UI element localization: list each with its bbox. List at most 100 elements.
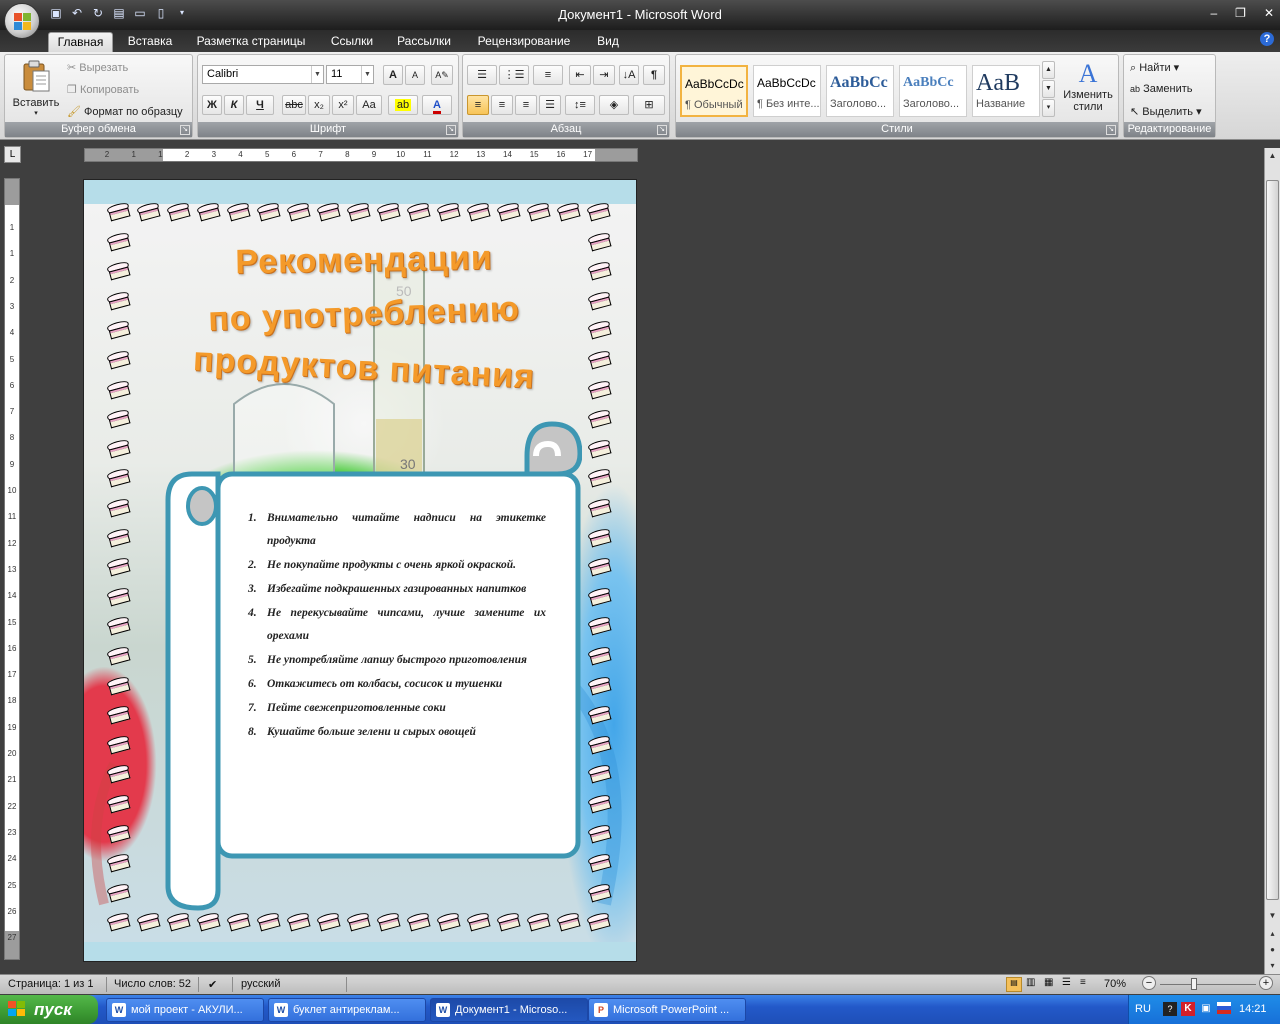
antivirus-icon[interactable]: K [1181, 1002, 1195, 1016]
justify-button[interactable]: ☰ [539, 95, 561, 115]
bullets-button[interactable]: ☰ [467, 65, 497, 85]
tab-page-layout[interactable]: Разметка страницы [190, 32, 312, 52]
scroll-down-arrow-icon[interactable]: ▼ [1265, 908, 1280, 923]
clock[interactable]: 14:21 [1239, 995, 1267, 1024]
outline-view-icon[interactable]: ☰ [1062, 977, 1071, 988]
zoom-in-icon[interactable]: + [1259, 976, 1273, 990]
document-page[interactable]: 50 30 Рекомендации по употреблению проду… [83, 179, 637, 962]
borders-button[interactable]: ⊞ [633, 95, 665, 115]
font-name-combo[interactable]: Calibri ▼ [202, 65, 324, 84]
restore-button[interactable]: ❐ [1235, 6, 1246, 20]
dialog-launcher-icon[interactable]: ↘ [657, 125, 667, 135]
copy-button[interactable]: ❐ Копировать [67, 83, 139, 96]
zoom-slider-thumb[interactable] [1190, 978, 1197, 990]
justify-icon: ☰ [545, 99, 555, 111]
styles-scroll-down[interactable]: ▼ [1042, 80, 1055, 98]
font-size-combo[interactable]: 11 ▼ [326, 65, 374, 84]
dialog-launcher-icon[interactable]: ↘ [446, 125, 456, 135]
scroll-thumb[interactable] [1266, 180, 1279, 900]
close-button[interactable]: ✕ [1264, 6, 1274, 20]
word-count[interactable]: Число слов: 52 [114, 978, 191, 990]
clear-format-button[interactable]: A✎ [431, 65, 453, 85]
superscript-button[interactable]: x² [332, 95, 354, 115]
taskbar-item[interactable]: Wмой проект - АКУЛИ... [106, 998, 264, 1022]
dialog-launcher-icon[interactable]: ↘ [180, 125, 190, 135]
input-language[interactable]: RU [1135, 995, 1151, 1024]
highlight-button[interactable]: ab [388, 95, 418, 115]
select-button[interactable]: ↖ Выделить ▾ [1130, 105, 1202, 118]
underline-button[interactable]: Ч [246, 95, 274, 115]
change-case-button[interactable]: Aa [356, 95, 382, 115]
change-styles-button[interactable]: A Изменить стили [1060, 59, 1116, 113]
styles-more[interactable]: ▾ [1042, 99, 1055, 117]
bold-button[interactable]: Ж [202, 95, 222, 115]
tab-selector-button[interactable]: L [4, 146, 21, 163]
style-title[interactable]: AaB Название [972, 65, 1040, 117]
full-screen-reading-icon[interactable]: ▥ [1026, 977, 1035, 988]
tab-home[interactable]: Главная [48, 32, 113, 52]
editing-group: ⌕ Найти ▾ ab Заменить ↖ Выделить ▾ Редак… [1123, 54, 1216, 138]
align-center-button[interactable]: ≡ [491, 95, 513, 115]
multilevel-list-button[interactable]: ≡ [533, 65, 563, 85]
proofing-icon[interactable]: ✔ [208, 978, 217, 991]
taskbar-item-active[interactable]: W Документ1 - Microso... [430, 998, 588, 1022]
tab-mailings[interactable]: Рассылки [390, 32, 458, 52]
shrink-font-button[interactable]: A [405, 65, 425, 85]
replace-button[interactable]: ab Заменить [1130, 83, 1193, 95]
grow-font-button[interactable]: A [383, 65, 403, 85]
style-heading1[interactable]: AaBbCc Заголово... [826, 65, 894, 117]
tab-review[interactable]: Рецензирование [468, 32, 580, 52]
tab-references[interactable]: Ссылки [322, 32, 382, 52]
ruler-tick: 1 [158, 150, 163, 159]
page-count[interactable]: Страница: 1 из 1 [8, 978, 94, 990]
paste-button[interactable]: Вставить ▾ [9, 59, 63, 117]
zoom-level[interactable]: 70% [1104, 978, 1126, 990]
scroll-up-arrow-icon[interactable]: ▲ [1265, 148, 1280, 163]
font-color-button[interactable]: A [422, 95, 452, 115]
format-painter-button[interactable]: 🖌 Формат по образцу [67, 105, 183, 118]
browse-object-icon[interactable]: ● [1265, 942, 1280, 957]
vertical-ruler[interactable]: 1 1 2 3 4 5 6 7 8 9 10 11 12 13 14 15 16 17 18 19 20 21 22 23 24… [4, 178, 20, 960]
zoom-slider-track[interactable] [1160, 984, 1256, 985]
cut-button[interactable]: ✂ Вырезать [67, 61, 128, 74]
tab-insert[interactable]: Вставка [120, 32, 180, 52]
web-layout-icon[interactable]: ▦ [1044, 977, 1053, 988]
style-heading2[interactable]: AaBbCc Заголово... [899, 65, 967, 117]
sort-button[interactable]: ↓A [619, 65, 639, 85]
styles-scroll-up[interactable]: ▲ [1042, 61, 1055, 79]
align-right-button[interactable]: ≡ [515, 95, 537, 115]
shading-button[interactable]: ◈ [599, 95, 629, 115]
draft-view-icon[interactable]: ≡ [1080, 977, 1086, 988]
network-icon[interactable]: ▣ [1199, 1002, 1213, 1016]
minimize-button[interactable]: – [1210, 6, 1217, 20]
tab-view[interactable]: Вид [588, 32, 628, 52]
horizontal-ruler[interactable]: 2 1 1 2 3 4 5 6 7 8 9 10 11 12 13 14 15 16 17 [84, 148, 638, 162]
russia-flag-icon[interactable] [1217, 1002, 1231, 1014]
style-no-spacing[interactable]: AaBbCcDc ¶ Без инте... [753, 65, 821, 117]
align-left-button[interactable]: ≡ [467, 95, 489, 115]
subscript-button[interactable]: x₂ [308, 95, 330, 115]
show-marks-button[interactable]: ¶ [643, 65, 665, 85]
increase-indent-button[interactable]: ⇥ [593, 65, 615, 85]
paste-dropdown-icon[interactable]: ▾ [9, 109, 63, 117]
italic-button[interactable]: К [224, 95, 244, 115]
strikethrough-button[interactable]: abc [282, 95, 306, 115]
language-indicator[interactable]: русский [241, 978, 280, 990]
vertical-scrollbar[interactable]: ▲ ▼ ▴ ● ▾ [1264, 148, 1280, 974]
start-button[interactable]: пуск [0, 995, 98, 1024]
numbering-button[interactable]: ⋮☰ [499, 65, 529, 85]
office-button[interactable] [4, 3, 40, 39]
style-normal[interactable]: AaBbCcDc ¶ Обычный [680, 65, 748, 117]
previous-page-icon[interactable]: ▴ [1265, 926, 1280, 941]
line-spacing-button[interactable]: ↕≡ [565, 95, 595, 115]
taskbar-item[interactable]: P Microsoft PowerPoint ... [588, 998, 746, 1022]
decrease-indent-button[interactable]: ⇤ [569, 65, 591, 85]
next-page-icon[interactable]: ▾ [1265, 958, 1280, 973]
help-icon[interactable]: ? [1260, 32, 1274, 46]
print-layout-view-icon[interactable]: ▤ [1006, 977, 1022, 992]
zoom-out-icon[interactable]: − [1142, 976, 1156, 990]
help-tray-icon[interactable]: ? [1163, 1002, 1177, 1016]
find-button[interactable]: ⌕ Найти ▾ [1130, 61, 1179, 75]
taskbar-item[interactable]: Wбуклет антиреклам... [268, 998, 426, 1022]
dialog-launcher-icon[interactable]: ↘ [1106, 125, 1116, 135]
